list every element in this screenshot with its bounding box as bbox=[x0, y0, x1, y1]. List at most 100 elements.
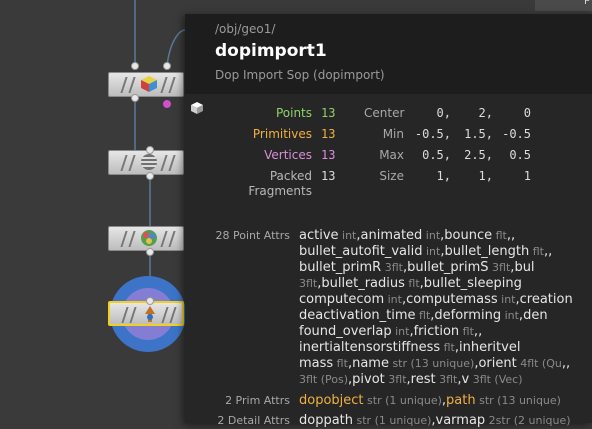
attr-name: dopobject bbox=[299, 393, 364, 408]
attr-name: bullet_length bbox=[444, 244, 530, 259]
min-z: -0.5 bbox=[502, 127, 531, 141]
attr-name: inheritvel bbox=[459, 340, 521, 355]
attr-type: flt bbox=[415, 309, 431, 322]
attr-type: int bbox=[497, 293, 516, 306]
input-port[interactable] bbox=[146, 146, 154, 154]
attr-type: int bbox=[422, 229, 441, 242]
attr-type: flt bbox=[492, 229, 507, 242]
attr-type: flt bbox=[459, 325, 474, 338]
node-stripe bbox=[168, 155, 176, 171]
node-stripe bbox=[160, 231, 168, 247]
center-z: 0 bbox=[523, 106, 531, 120]
color-cube-icon bbox=[141, 76, 157, 92]
attr-line: active int,animated int,bounce flt,, bbox=[299, 228, 592, 244]
max-z: 0.5 bbox=[509, 148, 531, 162]
primitives-value: 13 bbox=[321, 127, 336, 141]
attr-name: path bbox=[446, 393, 476, 408]
striped-sphere-icon bbox=[141, 154, 157, 170]
node-stripe bbox=[160, 155, 168, 171]
point-attrs-label: 28 Point Attrs bbox=[215, 229, 290, 242]
attr-type: 3flt (Vec) bbox=[469, 373, 523, 386]
input-port[interactable] bbox=[163, 62, 171, 70]
attr-name: den bbox=[523, 308, 548, 323]
attr-type: 4flt (Qu bbox=[516, 357, 562, 370]
output-port[interactable] bbox=[131, 94, 139, 102]
size-y: 1, bbox=[478, 169, 493, 183]
attr-name: bullet_radius bbox=[321, 276, 405, 291]
node-stripe bbox=[129, 307, 137, 323]
attr-line: dopobject str (1 unique),path str (13 un… bbox=[299, 393, 592, 409]
prim-attrs-list: dopobject str (1 unique),path str (13 un… bbox=[299, 393, 592, 409]
attr-type: 2str (2 unique) bbox=[485, 414, 571, 427]
attr-type: flt bbox=[440, 341, 455, 354]
node-stripe bbox=[128, 155, 136, 171]
attr-line: computecom int,computemass int,creation bbox=[299, 292, 592, 308]
output-port[interactable] bbox=[146, 172, 154, 180]
attr-name: bounce bbox=[444, 228, 493, 243]
attr-line: deactivation_time flt,deforming int,den bbox=[299, 308, 592, 324]
packed-fragments-label: Packed Fragments bbox=[248, 169, 312, 198]
attr-type: int bbox=[391, 325, 410, 338]
attr-name: bul bbox=[514, 260, 535, 275]
attr-type: str (1 unique) bbox=[353, 414, 432, 427]
attr-separator: , bbox=[511, 228, 516, 243]
attr-separator: , bbox=[548, 244, 553, 259]
node-stripe bbox=[128, 231, 136, 247]
output-port-pink[interactable] bbox=[163, 100, 171, 108]
point-attrs-list: active int,animated int,bounce flt,, bull… bbox=[299, 228, 592, 388]
attr-line: bullet_autofit_valid int, bullet_length f… bbox=[299, 244, 592, 260]
attr-type: str (13 unique) bbox=[388, 357, 475, 370]
node-tile-selected[interactable] bbox=[108, 301, 184, 326]
attr-type: int bbox=[384, 293, 402, 306]
node-type: Dop Import Sop (dopimport) bbox=[215, 68, 385, 82]
center-label: Center bbox=[364, 106, 405, 120]
node-stripe bbox=[169, 307, 177, 323]
node-tile[interactable] bbox=[108, 72, 184, 97]
attr-type: int bbox=[422, 245, 441, 258]
attr-name: bullet_autofit_valid bbox=[299, 244, 423, 259]
max-x: 0.5, bbox=[422, 148, 451, 162]
size-label: Size bbox=[379, 169, 404, 183]
size-x: 1, bbox=[436, 169, 451, 183]
dop-import-icon bbox=[145, 306, 155, 322]
attr-type: 3flt bbox=[299, 277, 318, 290]
attr-name: bullet_primS bbox=[407, 260, 489, 275]
attr-name: rest bbox=[410, 372, 436, 387]
detail-attrs-list: doppath str (1 unique),varmap 2str (2 un… bbox=[299, 413, 592, 429]
output-port[interactable] bbox=[146, 248, 154, 256]
attr-name: deactivation_time bbox=[299, 308, 416, 323]
attr-name: inertialtensorstiffness bbox=[299, 340, 441, 355]
attr-name: found_overlap bbox=[299, 324, 392, 339]
min-label: Min bbox=[382, 127, 404, 141]
node-tile[interactable] bbox=[108, 226, 184, 251]
node-info-panel: /obj/geo1/ dopimport1 Dop Import Sop (do… bbox=[185, 14, 592, 428]
attr-name: varmap bbox=[435, 413, 486, 428]
multicolor-sphere-icon bbox=[141, 230, 157, 246]
min-y: 1.5, bbox=[464, 127, 493, 141]
top-bar: P bbox=[535, 0, 592, 11]
node-tile[interactable] bbox=[108, 150, 184, 175]
node-stripe bbox=[168, 77, 176, 93]
attr-line: bullet_primR 3flt,bullet_primS 3flt,bul bbox=[299, 260, 592, 276]
max-label: Max bbox=[379, 148, 404, 162]
attr-name: mass bbox=[299, 356, 334, 371]
node-stripe bbox=[121, 307, 129, 323]
attr-name: creation bbox=[519, 292, 573, 307]
attr-type: str (1 unique) bbox=[363, 394, 442, 407]
attr-separator: , bbox=[566, 356, 571, 371]
attr-type: str (13 unique) bbox=[475, 394, 561, 407]
attr-name: animated bbox=[360, 228, 423, 243]
input-port[interactable] bbox=[131, 62, 139, 70]
node-stripe bbox=[128, 77, 136, 93]
max-y: 2.5, bbox=[464, 148, 493, 162]
attr-line: 3flt,bullet_radius flt,bullet_sleeping bbox=[299, 276, 592, 292]
attr-type: flt bbox=[529, 245, 544, 258]
input-port[interactable] bbox=[146, 297, 154, 305]
attr-type: 3flt bbox=[384, 373, 407, 386]
attr-line: 3flt (Pos),pivot 3flt,rest 3flt,v 3flt (… bbox=[299, 372, 592, 388]
attr-name: doppath bbox=[299, 413, 354, 428]
attr-type: 3flt bbox=[488, 261, 511, 274]
node-stripe bbox=[168, 231, 176, 247]
node-path: /obj/geo1/ bbox=[215, 22, 276, 36]
size-z: 1 bbox=[523, 169, 531, 183]
